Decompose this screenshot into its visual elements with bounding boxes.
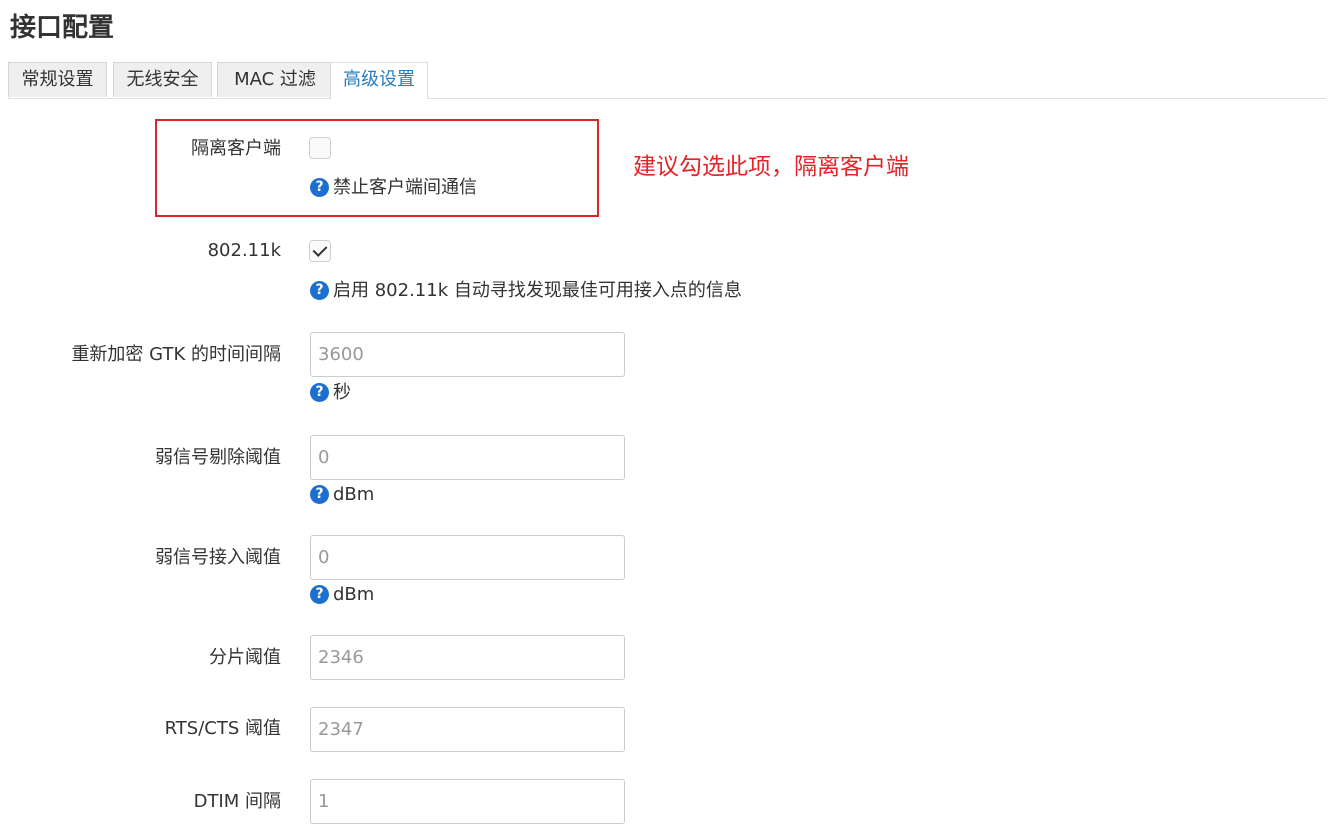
gtk-rekey-label: 重新加密 GTK 的时间间隔 <box>71 344 281 365</box>
tab-advanced[interactable]: 高级设置 <box>330 62 428 99</box>
help-icon: ? <box>310 383 329 402</box>
page-title: 接口配置 <box>10 13 115 43</box>
dot11k-checkbox[interactable] <box>309 240 331 262</box>
annotation-text: 建议勾选此项，隔离客户端 <box>633 154 909 180</box>
tab-bar: 常规设置 无线安全 MAC 过滤 高级设置 <box>8 62 1326 99</box>
help-icon: ? <box>310 178 329 197</box>
help-icon: ? <box>310 485 329 504</box>
isolate-clients-help: ? 禁止客户端间通信 <box>310 176 477 200</box>
weak-kick-unit: dBm <box>333 484 375 505</box>
tab-general[interactable]: 常规设置 <box>8 62 107 97</box>
interface-config-page: 接口配置 常规设置 无线安全 MAC 过滤 高级设置 建议勾选此项，隔离客户端 … <box>0 0 1336 829</box>
dot11k-help-text: 启用 802.11k 自动寻找发现最佳可用接入点的信息 <box>333 280 742 301</box>
weak-kick-label: 弱信号剔除阈值 <box>155 447 281 468</box>
frag-threshold-label: 分片阈值 <box>209 647 281 668</box>
weak-access-unit: dBm <box>333 584 375 605</box>
isolate-clients-checkbox[interactable] <box>309 137 331 159</box>
weak-kick-input[interactable] <box>310 435 625 480</box>
isolate-clients-label: 隔离客户端 <box>191 138 281 159</box>
tab-mac-filter[interactable]: MAC 过滤 <box>217 62 333 97</box>
dtim-interval-label: DTIM 间隔 <box>193 791 281 812</box>
help-icon: ? <box>310 585 329 604</box>
rts-threshold-label: RTS/CTS 阈值 <box>164 718 281 739</box>
help-icon: ? <box>310 281 329 300</box>
dot11k-help: ? 启用 802.11k 自动寻找发现最佳可用接入点的信息 <box>310 279 742 303</box>
dtim-interval-input[interactable] <box>310 779 625 824</box>
weak-access-input[interactable] <box>310 535 625 580</box>
dot11k-label: 802.11k <box>207 240 281 261</box>
check-icon <box>312 242 328 257</box>
frag-threshold-input[interactable] <box>310 635 625 680</box>
weak-kick-help: ? dBm <box>310 483 374 507</box>
gtk-rekey-help: ? 秒 <box>310 381 351 405</box>
gtk-rekey-unit: 秒 <box>333 382 351 403</box>
weak-access-label: 弱信号接入阈值 <box>155 547 281 568</box>
weak-access-help: ? dBm <box>310 583 374 607</box>
isolate-clients-help-text: 禁止客户端间通信 <box>333 177 477 198</box>
gtk-rekey-input[interactable] <box>310 332 625 377</box>
annotation-highlight-box <box>155 119 599 217</box>
rts-threshold-input[interactable] <box>310 707 625 752</box>
tab-wireless-security[interactable]: 无线安全 <box>113 62 212 97</box>
